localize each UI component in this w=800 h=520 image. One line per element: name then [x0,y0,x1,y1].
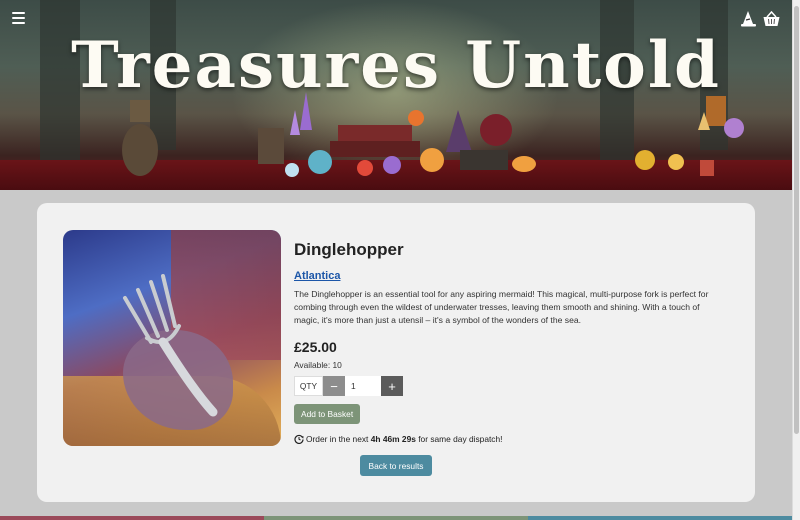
product-image [63,230,281,446]
dispatch-notice: Order in the next 4h 46m 29s for same da… [294,434,724,444]
scrollbar-thumb[interactable] [794,6,799,434]
product-info: Dinglehopper Atlantica The Dinglehopper … [294,240,724,444]
qty-label: QTY [294,376,323,396]
refresh-clock-icon [294,434,304,444]
site-title: Treasures Untold [71,28,721,103]
product-brand-link[interactable]: Atlantica [294,270,340,282]
dispatch-countdown: 4h 46m 29s [370,434,416,444]
fork-illustration [123,274,218,417]
back-to-results-button[interactable]: Back to results [360,455,432,476]
basket-icon[interactable] [763,11,780,27]
product-availability: Available: 10 [294,360,342,370]
product-card: Dinglehopper Atlantica The Dinglehopper … [37,203,755,502]
dispatch-suffix: for same day dispatch! [418,434,503,444]
page-scrollbar[interactable] [792,0,800,520]
footer-stripe-red [0,516,264,520]
qty-decrease-button[interactable]: − [323,376,345,396]
footer-stripe-blue [528,516,792,520]
footer-stripe-green [264,516,528,520]
dispatch-prefix: Order in the next [306,434,369,444]
product-name: Dinglehopper [294,240,404,259]
product-price: £25.00 [294,339,337,355]
hamburger-menu-icon[interactable] [12,12,25,24]
quantity-stepper: QTY − + [294,376,724,396]
qty-increase-button[interactable]: + [381,376,403,396]
qty-input[interactable] [345,376,381,396]
product-description: The Dinglehopper is an essential tool fo… [294,289,709,325]
add-to-basket-button[interactable]: Add to Basket [294,404,361,424]
wizard-hat-icon[interactable] [741,11,756,27]
